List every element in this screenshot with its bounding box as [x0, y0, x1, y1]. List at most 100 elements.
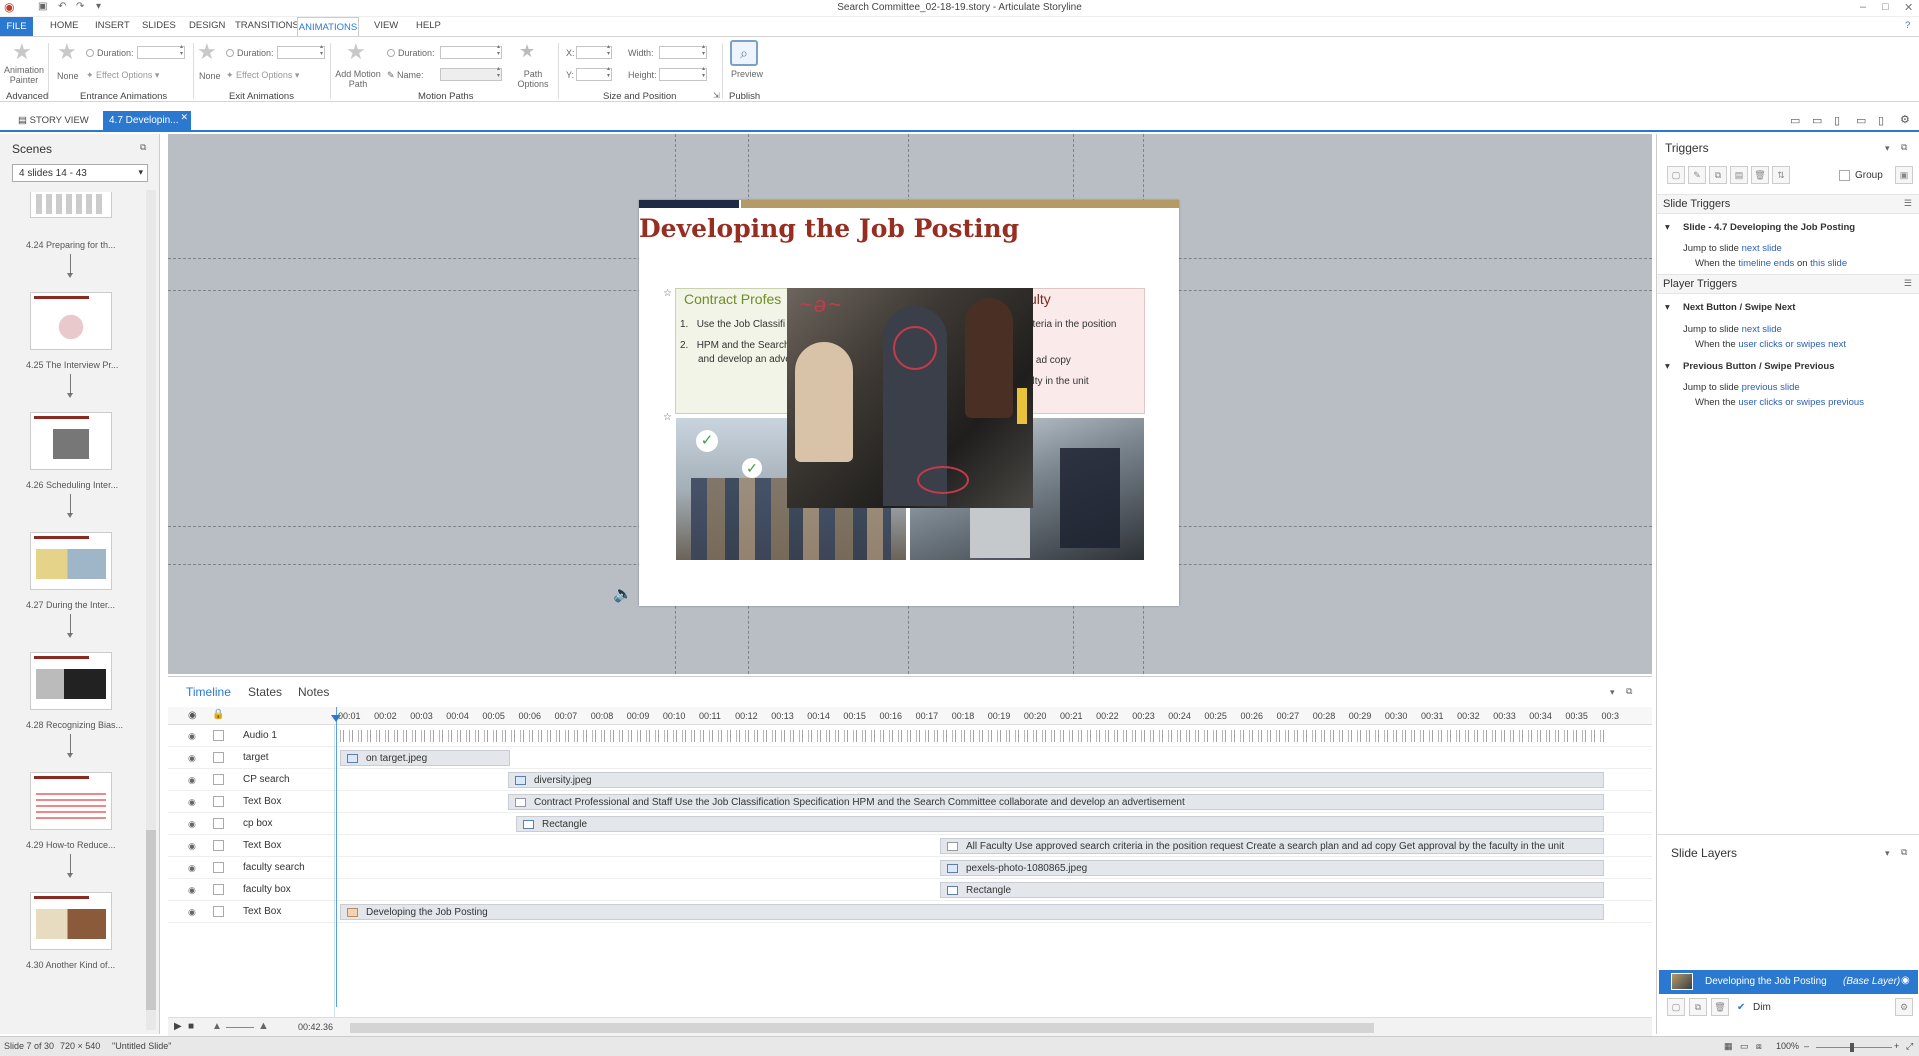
collapse-panel-icon[interactable]: ▾ — [1610, 687, 1615, 698]
slide-thumbnail[interactable] — [30, 892, 112, 950]
x-input[interactable] — [576, 44, 612, 59]
fit-view-icon[interactable]: ⧈ — [1756, 1041, 1762, 1052]
visibility-eye-icon[interactable]: ◉ — [188, 885, 196, 896]
scenes-scrollbar[interactable] — [146, 190, 156, 1030]
visibility-eye-icon[interactable]: ◉ — [188, 907, 196, 918]
tab-help[interactable]: HELP — [416, 20, 441, 31]
tablet-landscape-icon[interactable]: ▭ — [1812, 114, 1822, 127]
visibility-eye-icon[interactable]: ◉ — [188, 863, 196, 874]
timeline-bar[interactable]: Rectangle — [940, 882, 1604, 898]
lock-checkbox[interactable] — [213, 818, 224, 829]
timeline-bar[interactable]: Contract Professional and Staff Use the … — [508, 794, 1604, 810]
timeline-row[interactable]: ◉ Text Box Developing the Job Posting — [168, 901, 1652, 923]
preview-label[interactable]: Preview — [731, 69, 763, 79]
playhead[interactable] — [331, 707, 341, 1007]
slide-label[interactable]: 4.26 Scheduling Inter... — [26, 480, 118, 490]
lock-checkbox[interactable] — [213, 752, 224, 763]
exit-none-icon[interactable]: ★ — [197, 41, 217, 63]
trigger-event-link[interactable]: user clicks or swipes — [1738, 397, 1825, 408]
slide-label[interactable]: 4.30 Another Kind of... — [26, 960, 115, 970]
animation-star-icon[interactable]: ☆ — [663, 288, 672, 299]
slide-tab[interactable]: 4.7 Developin... ✕ — [103, 111, 191, 131]
visibility-eye-icon[interactable]: ◉ — [188, 841, 196, 852]
tablet-portrait-icon[interactable]: ▯ — [1834, 114, 1840, 127]
add-motion-path-label[interactable]: Add Motion Path — [334, 69, 382, 89]
tab-transitions[interactable]: TRANSITIONS — [235, 20, 299, 31]
exit-none-label[interactable]: None — [199, 71, 221, 81]
timeline-bar[interactable]: Developing the Job Posting — [340, 904, 1604, 920]
panel-float-icon[interactable]: ⧉ — [1626, 686, 1632, 697]
tab-home[interactable]: HOME — [50, 20, 79, 31]
story-view-tab[interactable]: ▤ STORY VIEW — [18, 115, 89, 126]
timeline-zoom-slider[interactable] — [226, 1027, 254, 1028]
lock-checkbox[interactable] — [213, 730, 224, 741]
zoom-out-icon[interactable]: – — [1804, 1041, 1809, 1051]
timeline-bar[interactable]: All Faculty Use approved search criteria… — [940, 838, 1604, 854]
copy-trigger-icon[interactable]: ⧉ — [1709, 166, 1727, 184]
timeline-scrollbar[interactable] — [350, 1023, 1374, 1033]
trigger-target-link[interactable]: next slide — [1742, 243, 1782, 254]
slide-thumbnail[interactable] — [30, 772, 112, 830]
trigger-action[interactable]: Jump to slide previous slide — [1683, 382, 1800, 393]
new-layer-icon[interactable]: ▢ — [1667, 998, 1685, 1016]
timeline-bar[interactable]: on target.jpeg — [340, 750, 510, 766]
trigger-object-link[interactable]: next — [1828, 339, 1846, 350]
scene-select[interactable]: 4 slides 14 - 43 — [12, 164, 148, 182]
trigger-expand-icon[interactable]: ▾ — [1665, 222, 1670, 233]
phone-landscape-icon[interactable]: ▭ — [1856, 114, 1866, 127]
trigger-target-link[interactable]: next slide — [1742, 324, 1782, 335]
trigger-condition[interactable]: When the user clicks or swipes previous — [1695, 397, 1864, 408]
tab-insert[interactable]: INSERT — [95, 20, 130, 31]
width-input[interactable] — [659, 44, 707, 59]
slide-label[interactable]: 4.27 During the Inter... — [26, 600, 115, 610]
timeline-bar[interactable]: diversity.jpeg — [508, 772, 1604, 788]
trigger-target-link[interactable]: previous slide — [1742, 382, 1800, 393]
collapse-panel-icon[interactable]: ▾ — [1885, 143, 1890, 154]
collapse-panel-icon[interactable]: ▾ — [1885, 848, 1890, 859]
collapse-icon[interactable]: ☰ — [1904, 278, 1912, 289]
group-checkbox[interactable] — [1839, 170, 1850, 181]
slide-thumbnail[interactable] — [30, 652, 112, 710]
play-icon[interactable]: ▶ — [174, 1021, 182, 1032]
layer-visibility-eye-icon[interactable]: ◉ — [1901, 975, 1910, 986]
add-motion-path-icon[interactable]: ★ — [346, 41, 366, 63]
slide[interactable]: Developing the Job Posting Contract Prof… — [613, 200, 1179, 606]
timeline-bar[interactable]: pexels-photo-1080865.jpeg — [940, 860, 1604, 876]
trigger-expand-icon[interactable]: ▾ — [1665, 361, 1670, 372]
timeline-duration[interactable]: 00:42.36 — [298, 1022, 333, 1032]
exit-duration-input[interactable] — [277, 44, 325, 59]
path-options-label[interactable]: Path Options — [515, 69, 551, 89]
y-input[interactable] — [576, 66, 612, 81]
visibility-eye-icon[interactable]: ◉ — [188, 731, 196, 742]
trigger-event-link[interactable]: user clicks or swipes — [1738, 339, 1825, 350]
layer-settings-gear-icon[interactable]: ⚙ — [1895, 998, 1913, 1016]
stop-icon[interactable]: ■ — [188, 1021, 194, 1032]
timeline-row[interactable]: ◉ Text Box All Faculty Use approved sear… — [168, 835, 1652, 857]
zoom-in-icon[interactable]: + — [1894, 1041, 1899, 1051]
slide-label[interactable]: 4.25 The Interview Pr... — [26, 360, 118, 370]
timeline-bar[interactable]: Rectangle — [516, 816, 1604, 832]
height-input[interactable] — [659, 66, 707, 81]
lock-all-icon[interactable]: 🔒 — [212, 709, 224, 720]
timeline-row[interactable]: ◉ cp box Rectangle — [168, 813, 1652, 835]
trigger-condition[interactable]: When the user clicks or swipes next — [1695, 339, 1846, 350]
tab-design[interactable]: DESIGN — [189, 20, 225, 31]
trigger-event-link[interactable]: timeline ends — [1738, 258, 1794, 269]
edit-trigger-icon[interactable]: ✎ — [1688, 166, 1706, 184]
timeline-row[interactable]: ◉ target on target.jpeg — [168, 747, 1652, 769]
timeline-row[interactable]: ◉ Audio 1 — [168, 725, 1652, 747]
timeline-row[interactable]: ◉ faculty search pexels-photo-1080865.jp… — [168, 857, 1652, 879]
lock-checkbox[interactable] — [213, 840, 224, 851]
tab-view[interactable]: VIEW — [374, 20, 398, 31]
desktop-view-icon[interactable]: ▭ — [1790, 114, 1800, 127]
zoom-slider-thumb[interactable] — [1850, 1043, 1854, 1052]
file-menu[interactable]: FILE — [0, 17, 33, 36]
minimize-icon[interactable]: – — [1860, 1, 1866, 13]
zoom-slider[interactable] — [1816, 1043, 1892, 1052]
trigger-action[interactable]: Jump to slide next slide — [1683, 243, 1782, 254]
trigger-expand-icon[interactable]: ▾ — [1665, 302, 1670, 313]
delete-layer-icon[interactable]: 🗑 — [1711, 998, 1729, 1016]
delete-trigger-icon[interactable]: 🗑 — [1751, 166, 1769, 184]
help-icon[interactable]: ? — [1905, 20, 1910, 31]
lock-checkbox[interactable] — [213, 884, 224, 895]
